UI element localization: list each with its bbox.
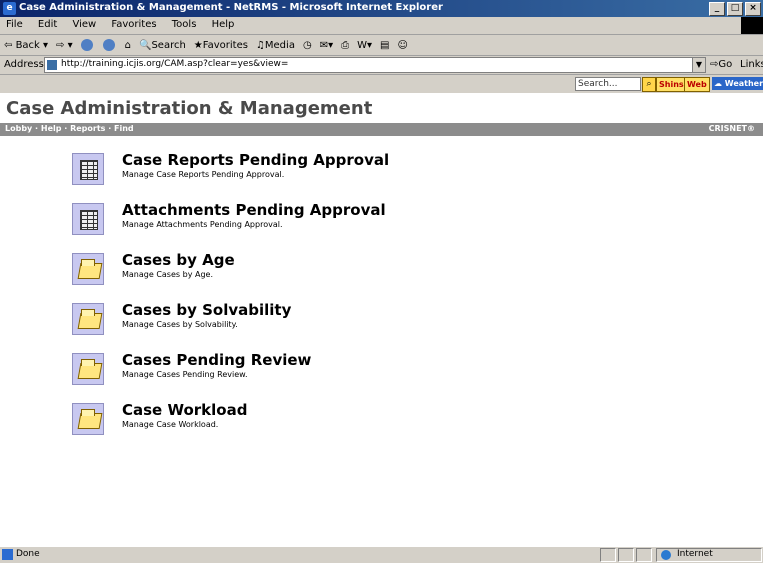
maximize-button[interactable]: □	[727, 2, 743, 16]
page-icon	[47, 60, 57, 70]
address-url: http://training.icjis.org/CAM.asp?clear=…	[61, 59, 289, 69]
address-label: Address	[4, 59, 44, 70]
menu-bar: File Edit View Favorites Tools Help	[0, 17, 763, 35]
security-zone: Internet	[656, 548, 762, 562]
nav-strip: Lobby · Help · Reports · Find CRISNET®	[0, 123, 763, 136]
media-label: Media	[264, 39, 295, 51]
list-item[interactable]: Cases by Age Manage Cases by Age.	[72, 251, 572, 291]
item-desc: Manage Cases Pending Review.	[122, 370, 248, 379]
links-button[interactable]: Links	[740, 59, 763, 70]
search-toolbar: Search... ⌕ Shins Web ☁ Weather	[0, 75, 763, 93]
page-done-icon	[2, 549, 13, 560]
search-button[interactable]: 🔍Search	[135, 40, 190, 51]
list-item[interactable]: Attachments Pending Approval Manage Atta…	[72, 201, 572, 241]
item-link[interactable]: Attachments Pending Approval	[122, 201, 386, 219]
list-item[interactable]: Case Reports Pending Approval Manage Cas…	[72, 151, 572, 191]
grid-report-icon[interactable]	[72, 203, 104, 235]
toolbar-search-input[interactable]: Search...	[575, 77, 641, 91]
item-desc: Manage Case Workload.	[122, 420, 219, 429]
zone-label: Internet	[677, 549, 713, 559]
go-label: Go	[718, 59, 733, 70]
forward-button[interactable]: ⇨ ▾	[52, 40, 77, 51]
nav-links[interactable]: Lobby · Help · Reports · Find	[5, 124, 134, 133]
menu-edit[interactable]: Edit	[32, 17, 63, 30]
item-link[interactable]: Cases by Solvability	[122, 301, 291, 319]
back-label: Back	[15, 39, 40, 51]
page-content: Case Administration & Management Lobby ·…	[0, 94, 763, 546]
favorites-button[interactable]: ★Favorites	[190, 40, 252, 51]
status-pane	[636, 548, 652, 562]
standard-toolbar: ⇦ Back ▾ ⇨ ▾ ⌂ 🔍Search ★Favorites ♫Media…	[0, 35, 763, 56]
folder-icon[interactable]	[72, 253, 104, 285]
item-desc: Manage Case Reports Pending Approval.	[122, 170, 285, 179]
stop-icon	[80, 39, 93, 51]
weather-button[interactable]: ☁ Weather	[712, 77, 763, 90]
page-title: Case Administration & Management	[6, 98, 373, 119]
address-input[interactable]: http://training.icjis.org/CAM.asp?clear=…	[44, 57, 706, 73]
list-item[interactable]: Case Workload Manage Case Workload.	[72, 401, 572, 441]
stop-button[interactable]	[77, 39, 99, 51]
item-desc: Manage Attachments Pending Approval.	[122, 220, 283, 229]
item-desc: Manage Cases by Age.	[122, 270, 213, 279]
menu-file[interactable]: File	[0, 17, 29, 30]
back-button[interactable]: ⇦ Back ▾	[0, 40, 52, 51]
menu-tools[interactable]: Tools	[166, 17, 203, 30]
home-button[interactable]: ⌂	[121, 40, 135, 51]
refresh-button[interactable]	[99, 39, 121, 51]
brand-label: CRISNET®	[708, 124, 755, 133]
status-pane	[618, 548, 634, 562]
address-bar: Address http://training.icjis.org/CAM.as…	[0, 56, 763, 75]
status-pane	[600, 548, 616, 562]
favorites-label: Favorites	[202, 39, 248, 51]
discuss-button[interactable]: ▤	[376, 40, 393, 51]
minimize-button[interactable]: _	[709, 2, 725, 16]
item-desc: Manage Cases by Solvability.	[122, 320, 238, 329]
status-text: Done	[16, 549, 40, 559]
address-dropdown-button[interactable]: ▼	[692, 58, 705, 72]
window-title: Case Administration & Management - NetRM…	[19, 2, 443, 13]
status-bar: Done Internet	[0, 546, 763, 563]
window-titlebar: e Case Administration & Management - Net…	[0, 0, 763, 17]
menu-help[interactable]: Help	[206, 17, 241, 30]
close-button[interactable]: ×	[745, 2, 761, 16]
folder-icon[interactable]	[72, 403, 104, 435]
window-controls: _ □ ×	[709, 2, 761, 16]
globe-icon	[661, 550, 671, 560]
messenger-button[interactable]: ☺	[393, 40, 411, 51]
go-button[interactable]: ⇨Go	[710, 59, 732, 70]
windows-logo-icon	[741, 17, 763, 34]
menu-view[interactable]: View	[66, 17, 102, 30]
refresh-icon	[102, 39, 115, 51]
shins-button[interactable]: Shins	[656, 77, 687, 92]
grid-report-icon[interactable]	[72, 153, 104, 185]
folder-icon[interactable]	[72, 303, 104, 335]
toolbar-search-icon[interactable]: ⌕	[642, 77, 656, 92]
edit-button[interactable]: W▾	[353, 40, 376, 51]
item-link[interactable]: Cases by Age	[122, 251, 235, 269]
item-link[interactable]: Case Reports Pending Approval	[122, 151, 389, 169]
search-label: Search	[151, 39, 186, 51]
list-item[interactable]: Cases Pending Review Manage Cases Pendin…	[72, 351, 572, 391]
item-link[interactable]: Cases Pending Review	[122, 351, 311, 369]
item-link[interactable]: Case Workload	[122, 401, 247, 419]
menu-favorites[interactable]: Favorites	[105, 17, 162, 30]
print-button[interactable]: ⎙	[337, 40, 353, 51]
mail-button[interactable]: ✉▾	[316, 40, 337, 51]
ie-logo-icon: e	[3, 2, 16, 15]
web-button[interactable]: Web	[684, 77, 710, 92]
media-button[interactable]: ♫Media	[252, 40, 299, 51]
history-button[interactable]: ◷	[299, 40, 316, 51]
list-item[interactable]: Cases by Solvability Manage Cases by Sol…	[72, 301, 572, 341]
folder-icon[interactable]	[72, 353, 104, 385]
weather-label: Weather	[724, 79, 763, 88]
